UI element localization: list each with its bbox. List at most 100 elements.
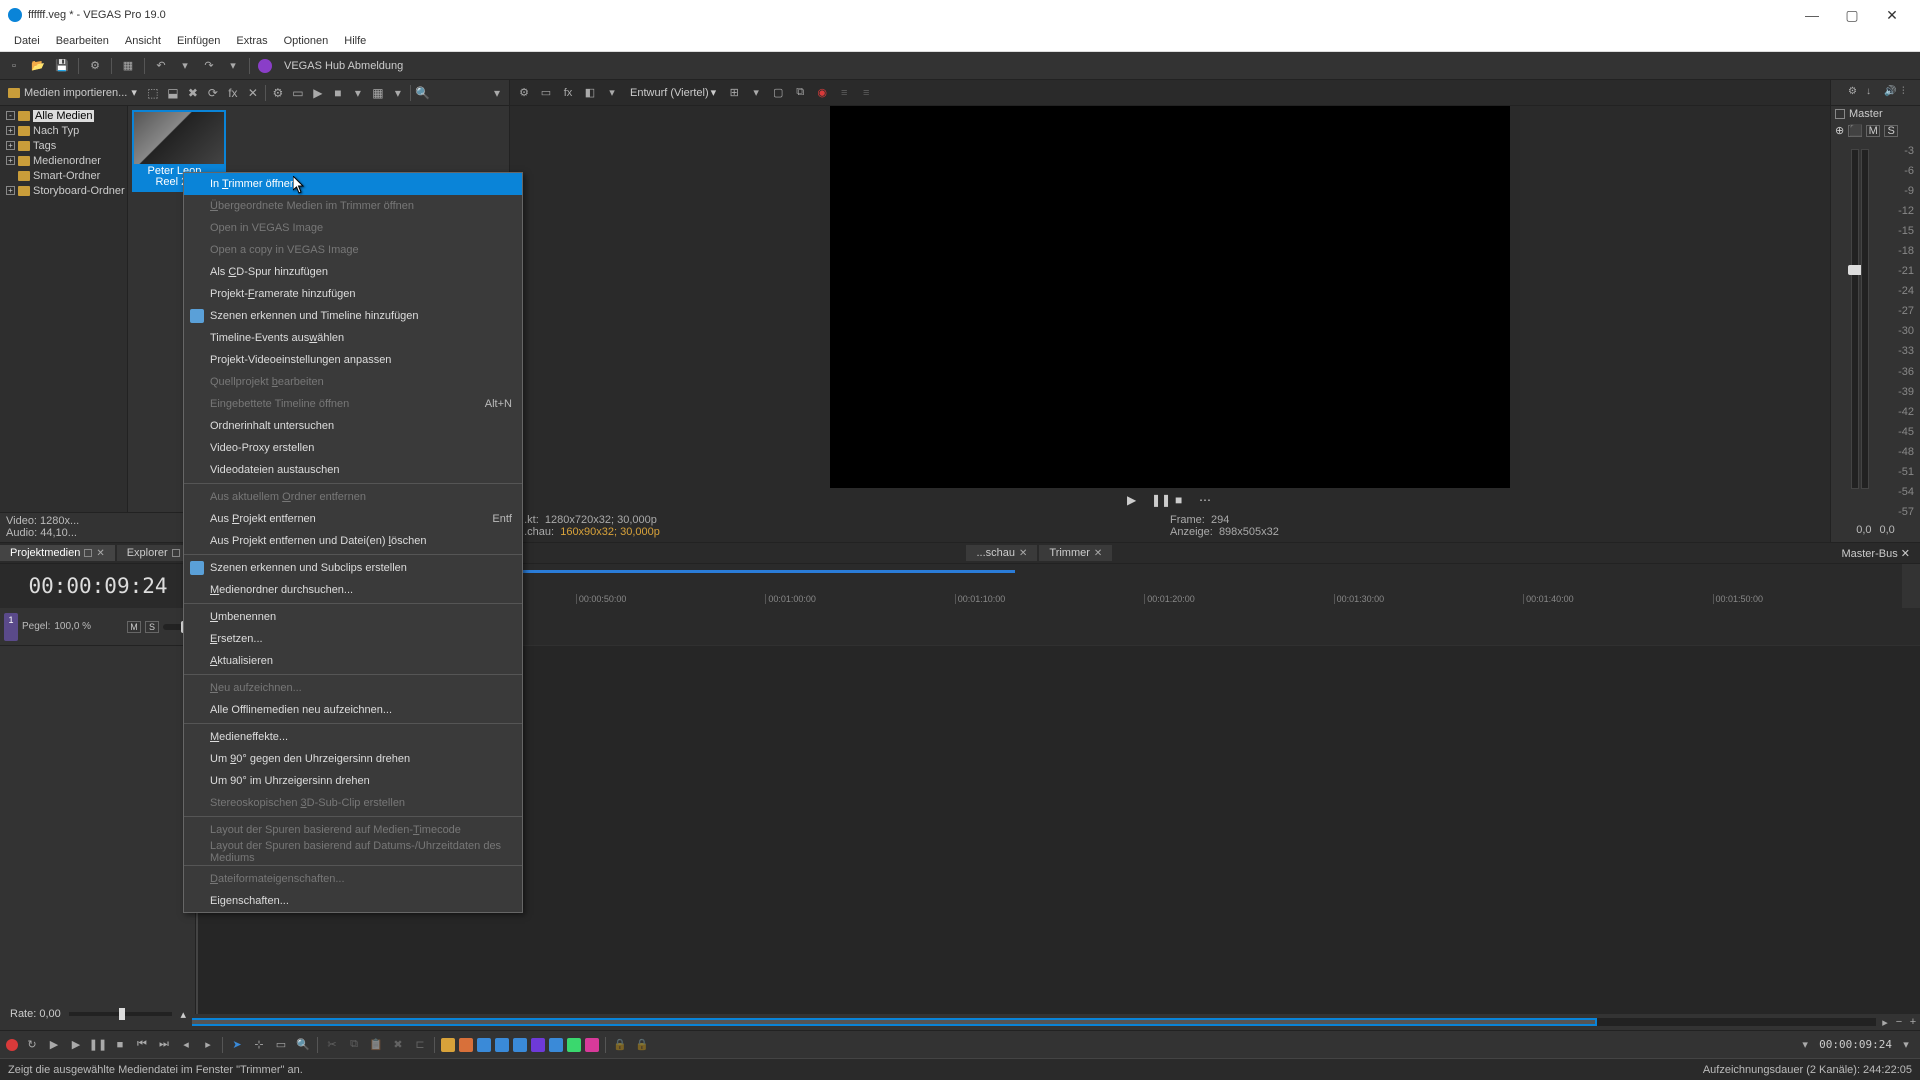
tree-item[interactable]: Smart-Ordner bbox=[0, 168, 127, 183]
vol-icon[interactable]: 🔊 bbox=[1884, 86, 1898, 100]
lock2-icon[interactable]: 🔒 bbox=[634, 1037, 650, 1053]
grid-dd-icon[interactable]: ▾ bbox=[390, 85, 406, 101]
go-end-icon[interactable]: ⏭ bbox=[156, 1037, 172, 1053]
chevron-down-icon[interactable]: ▾ bbox=[748, 85, 764, 101]
tab-projektmedien[interactable]: Projektmedien ✕ bbox=[0, 545, 115, 561]
undo-dd-icon[interactable]: ▾ bbox=[177, 58, 193, 74]
refresh-icon[interactable]: ⟳ bbox=[205, 85, 221, 101]
hub-link[interactable]: VEGAS Hub Abmeldung bbox=[284, 60, 403, 72]
undo-icon[interactable]: ↶ bbox=[153, 58, 169, 74]
tool-icon[interactable] bbox=[459, 1038, 473, 1052]
zoom-out-icon[interactable]: − bbox=[1892, 1016, 1906, 1028]
ext-mon-icon[interactable]: ▭ bbox=[538, 85, 554, 101]
menu-item[interactable]: Ordnerinhalt untersuchen bbox=[184, 415, 522, 437]
remove-icon[interactable]: ✖ bbox=[185, 85, 201, 101]
tool-icon[interactable] bbox=[585, 1038, 599, 1052]
gear-icon[interactable]: ⚙ bbox=[1848, 86, 1862, 100]
tool-icon[interactable] bbox=[495, 1038, 509, 1052]
record-icon[interactable]: ◉ bbox=[814, 85, 830, 101]
timecode-small[interactable]: 00:00:09:24 bbox=[1819, 1038, 1892, 1051]
menu-item[interactable]: Projekt-Framerate hinzufügen bbox=[184, 283, 522, 305]
collapse-icon[interactable]: - bbox=[6, 111, 15, 120]
minimize-button[interactable]: — bbox=[1792, 7, 1832, 23]
menu-einfügen[interactable]: Einfügen bbox=[169, 33, 228, 49]
menu-hilfe[interactable]: Hilfe bbox=[336, 33, 374, 49]
play-icon[interactable]: ▶ bbox=[68, 1037, 84, 1053]
route-icon[interactable] bbox=[1835, 109, 1845, 119]
tool-icon[interactable] bbox=[531, 1038, 545, 1052]
paste-icon[interactable]: 📋 bbox=[368, 1037, 384, 1053]
clip-icon[interactable]: ▭ bbox=[290, 85, 306, 101]
tool-icon[interactable] bbox=[549, 1038, 563, 1052]
select-icon[interactable]: ▭ bbox=[273, 1037, 289, 1053]
settings-icon[interactable]: ⚙ bbox=[87, 58, 103, 74]
go-start-icon[interactable]: ⏮ bbox=[134, 1037, 150, 1053]
menu-optionen[interactable]: Optionen bbox=[276, 33, 337, 49]
menu-item[interactable]: Projekt-Videoeinstellungen anpassen bbox=[184, 349, 522, 371]
grid-icon[interactable]: ▦ bbox=[370, 85, 386, 101]
capture-icon[interactable]: ⬚ bbox=[145, 85, 161, 101]
timeline-scrollbar[interactable]: ◂ ▸ − + bbox=[0, 1014, 1920, 1030]
menu-item[interactable]: Timeline-Events auswählen bbox=[184, 327, 522, 349]
track-row[interactable]: 1 Pegel: 100,0 % M S bbox=[0, 608, 195, 646]
solo-button[interactable]: S bbox=[145, 621, 159, 633]
rate-slider[interactable] bbox=[69, 1012, 173, 1016]
copy-icon[interactable]: ⧉ bbox=[346, 1037, 362, 1053]
menu-item[interactable]: Aus Projekt entfernenEntf bbox=[184, 508, 522, 530]
menu-item[interactable]: Um 90° im Uhrzeigersinn drehen bbox=[184, 770, 522, 792]
zoom-icon[interactable]: 🔍 bbox=[295, 1037, 311, 1053]
close-icon[interactable]: ✕ bbox=[1094, 548, 1102, 559]
menu-ansicht[interactable]: Ansicht bbox=[117, 33, 169, 49]
scope-icon[interactable]: ≡ bbox=[836, 85, 852, 101]
menu-item[interactable]: Medieneffekte... bbox=[184, 726, 522, 748]
pause-icon[interactable]: ❚❚ bbox=[1151, 493, 1165, 507]
tree-item[interactable]: +Nach Typ bbox=[0, 123, 127, 138]
scroll-thumb[interactable] bbox=[16, 1018, 1597, 1026]
menu-item[interactable]: Video-Proxy erstellen bbox=[184, 437, 522, 459]
insert-fx-icon[interactable]: ⊕ bbox=[1835, 124, 1844, 137]
menu-item[interactable]: Um 90° gegen den Uhrzeigersinn drehen bbox=[184, 748, 522, 770]
redo-icon[interactable]: ↷ bbox=[201, 58, 217, 74]
menu-item[interactable]: In Trimmer öffnen bbox=[184, 173, 522, 195]
menu-item[interactable]: Eigenschaften... bbox=[184, 890, 522, 912]
quality-dropdown[interactable]: Entwurf (Viertel)▾ bbox=[626, 86, 720, 99]
gear-icon[interactable]: ⚙ bbox=[270, 85, 286, 101]
prev-frame-icon[interactable]: ◂ bbox=[178, 1037, 194, 1053]
save-icon[interactable]: 💾 bbox=[54, 58, 70, 74]
slider-knob[interactable] bbox=[119, 1008, 125, 1020]
scope2-icon[interactable]: ≡ bbox=[858, 85, 874, 101]
timecode-display[interactable]: 00:00:09:24 bbox=[0, 564, 196, 608]
sliders-icon[interactable]: ⫶ bbox=[1902, 86, 1916, 100]
open-icon[interactable]: 📂 bbox=[30, 58, 46, 74]
new-icon[interactable]: ▫ bbox=[6, 58, 22, 74]
more-dd-icon[interactable]: ▾ bbox=[489, 85, 505, 101]
stop-icon[interactable]: ■ bbox=[1175, 493, 1189, 507]
grid-icon[interactable]: ⊞ bbox=[726, 85, 742, 101]
next-frame-icon[interactable]: ▸ bbox=[200, 1037, 216, 1053]
chevron-down-icon[interactable]: ▾ bbox=[604, 85, 620, 101]
copy-icon[interactable]: ⧉ bbox=[792, 85, 808, 101]
expand-icon[interactable]: + bbox=[6, 186, 15, 195]
tool-icon[interactable] bbox=[477, 1038, 491, 1052]
tab-master-bus[interactable]: Master-Bus ✕ bbox=[1831, 545, 1920, 562]
get-media-icon[interactable]: ⬓ bbox=[165, 85, 181, 101]
tree-item[interactable]: +Tags bbox=[0, 138, 127, 153]
maximize-button[interactable]: ▢ bbox=[1832, 7, 1872, 24]
menu-datei[interactable]: Datei bbox=[6, 33, 48, 49]
pause-icon[interactable]: ❚❚ bbox=[90, 1037, 106, 1053]
menu-bearbeiten[interactable]: Bearbeiten bbox=[48, 33, 117, 49]
collapse-icon[interactable] bbox=[6, 171, 15, 180]
loop-icon[interactable]: ↻ bbox=[24, 1037, 40, 1053]
cut-icon[interactable]: ✂ bbox=[324, 1037, 340, 1053]
dock-icon[interactable] bbox=[84, 549, 92, 557]
trim-icon[interactable]: ⊏ bbox=[412, 1037, 428, 1053]
menu-item[interactable]: Videodateien austauschen bbox=[184, 459, 522, 481]
menu-extras[interactable]: Extras bbox=[228, 33, 275, 49]
menu-item[interactable]: Szenen erkennen und Subclips erstellen bbox=[184, 557, 522, 579]
mute-button[interactable]: M bbox=[127, 621, 141, 633]
fx-icon[interactable]: fx bbox=[560, 85, 576, 101]
gear-icon[interactable]: ⚙ bbox=[516, 85, 532, 101]
close-button[interactable]: ✕ bbox=[1872, 7, 1912, 24]
expand-icon[interactable]: + bbox=[6, 126, 15, 135]
menu-item[interactable]: Aktualisieren bbox=[184, 650, 522, 672]
